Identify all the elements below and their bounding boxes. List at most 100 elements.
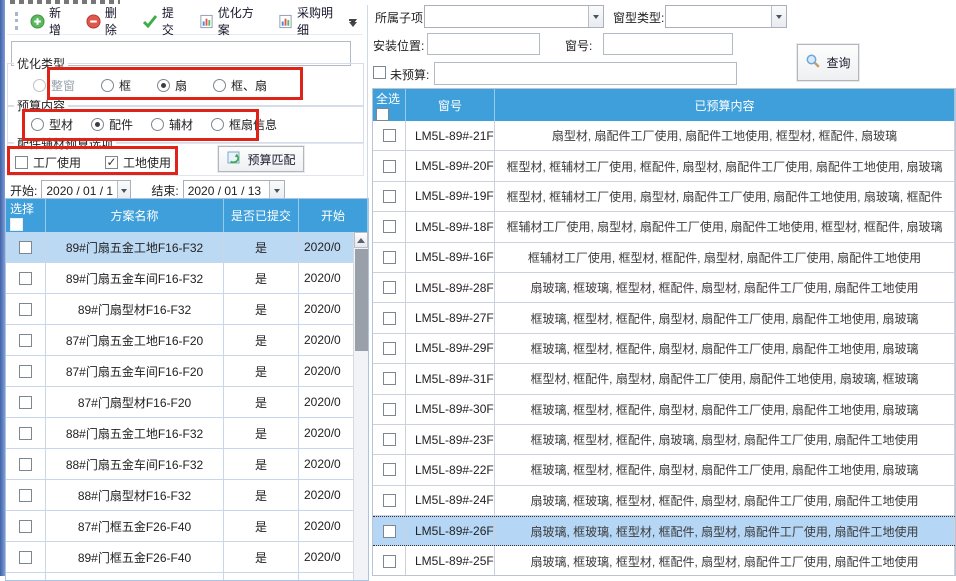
table-row[interactable]: 88#门扇型材F16-F32是2020/0 xyxy=(6,480,368,511)
table-row[interactable]: 88#门框五金F21-F40是2020/0 xyxy=(6,573,368,581)
plan-toolbar: 新增 删除 提交 优化方案 采购明细 xyxy=(7,8,363,35)
table-row[interactable]: LM5L-89#-18F16框辅材工厂使用, 扇型材, 扇配件工厂使用, 扇配件… xyxy=(373,212,955,242)
no-budget-input[interactable] xyxy=(434,62,737,85)
budget-match-button[interactable]: 预算匹配 xyxy=(218,146,304,172)
toolbar-grip[interactable] xyxy=(15,12,18,30)
row-checkbox[interactable] xyxy=(383,555,396,568)
table-row[interactable]: 87#门扇型材F16-F20是2020/0 xyxy=(6,387,368,418)
window-type-dropdown[interactable] xyxy=(665,5,787,28)
table-row[interactable]: LM5L-89#-23F21框玻璃, 框型材, 框配件, 扇玻璃, 扇型材, 扇… xyxy=(373,425,955,455)
checkbox-icon xyxy=(15,156,28,169)
toolbar-overflow-button[interactable] xyxy=(346,14,359,31)
dropdown-button[interactable] xyxy=(588,6,603,27)
submitted-header-cell[interactable]: 是否已提交 xyxy=(224,199,299,232)
start-header-cell[interactable]: 开始 xyxy=(299,199,368,232)
radio-frame-sash-info[interactable]: 框扇信息 xyxy=(211,116,277,133)
row-checkbox[interactable] xyxy=(383,494,396,507)
table-row[interactable]: LM5L-89#-22F20框玻璃, 框型材, 框配件, 扇型材, 扇配件工厂使… xyxy=(373,455,955,485)
row-checkbox[interactable] xyxy=(383,312,396,325)
budget-match-icon xyxy=(226,150,242,169)
row-checkbox[interactable] xyxy=(383,160,396,173)
window-no-header-cell[interactable]: 窗号 xyxy=(406,89,495,121)
add-button[interactable]: 新增 xyxy=(24,1,78,41)
table-row[interactable]: LM5L-89#-31F29框型材, 框配件, 扇型材, 扇配件工厂使用, 扇配… xyxy=(373,364,955,394)
row-checkbox[interactable] xyxy=(19,272,32,285)
row-checkbox[interactable] xyxy=(19,520,32,533)
row-checkbox[interactable] xyxy=(19,365,32,378)
table-row[interactable]: LM5L-89#-24F22扇玻璃, 框玻璃, 框型材, 框配件, 扇型材, 扇… xyxy=(373,486,955,516)
row-checkbox[interactable] xyxy=(383,342,396,355)
site-use-checkbox[interactable]: 工地使用 xyxy=(105,154,171,171)
table-row[interactable]: LM5L-89#-19F17框型材, 框辅材工厂使用, 扇型材, 扇配件工厂使用… xyxy=(373,182,955,212)
scroll-up-button[interactable] xyxy=(354,232,368,248)
table-row[interactable]: 87#门扇五金工地F16-F20是2020/0 xyxy=(6,325,368,356)
checkbox-icon xyxy=(105,156,118,169)
table-row-selected[interactable]: LM5L-89#-26F24扇玻璃, 框玻璃, 框型材, 框配件, 扇型材, 扇… xyxy=(373,516,955,546)
submit-button[interactable]: 提交 xyxy=(136,1,191,41)
row-checkbox[interactable] xyxy=(19,489,32,502)
row-checkbox[interactable] xyxy=(19,303,32,316)
row-checkbox[interactable] xyxy=(19,458,32,471)
row-checkbox[interactable] xyxy=(383,403,396,416)
table-row[interactable]: 88#门扇五金工地F16-F32是2020/0 xyxy=(6,418,368,449)
row-checkbox[interactable] xyxy=(383,220,396,233)
row-checkbox[interactable] xyxy=(383,281,396,294)
table-row[interactable]: LM5L-89#-21F19扇型材, 扇配件工厂使用, 扇配件工地使用, 框型材… xyxy=(373,121,955,151)
scrollbar-thumb[interactable] xyxy=(355,249,368,351)
table-row[interactable]: 89#门框五金F26-F40是2020/0 xyxy=(6,542,368,573)
window-no-input[interactable] xyxy=(603,33,733,55)
row-checkbox[interactable] xyxy=(383,372,396,385)
factory-use-checkbox[interactable]: 工厂使用 xyxy=(15,154,81,171)
row-checkbox[interactable] xyxy=(19,427,32,440)
table-row[interactable]: 87#门扇五金车间F16-F20是2020/0 xyxy=(6,356,368,387)
radio-aux-material[interactable]: 辅材 xyxy=(151,116,193,133)
radio-icon xyxy=(211,118,224,131)
query-button[interactable]: 查询 xyxy=(797,44,859,81)
row-checkbox[interactable] xyxy=(383,463,396,476)
overflow-icon xyxy=(349,22,357,27)
radio-fitting[interactable]: 配件 xyxy=(91,116,133,133)
plan-table-scrollbar[interactable] xyxy=(353,232,368,580)
budget-radios: 型材 配件 辅材 框扇信息 xyxy=(31,114,361,134)
row-checkbox[interactable] xyxy=(383,129,396,142)
table-row[interactable]: LM5L-89#-27F25框玻璃, 框型材, 框配件, 扇型材, 扇配件工厂使… xyxy=(373,303,955,333)
table-row[interactable]: LM5L-89#-30F28框玻璃, 框型材, 框配件, 扇型材, 扇配件工厂使… xyxy=(373,395,955,425)
row-checkbox[interactable] xyxy=(383,190,396,203)
radio-icon xyxy=(91,118,104,131)
row-checkbox[interactable] xyxy=(383,433,396,446)
table-row[interactable]: 88#门扇五金车间F16-F32是2020/0 xyxy=(6,449,368,480)
table-row[interactable]: 89#门扇五金车间F16-F32是2020/0 xyxy=(6,263,368,294)
row-checkbox[interactable] xyxy=(19,396,32,409)
table-row[interactable]: 89#门扇五金工地F16-F32是2020/0 xyxy=(6,232,368,263)
select-header-cell: 选择 xyxy=(6,199,46,232)
radio-profile[interactable]: 型材 xyxy=(31,116,73,133)
table-row[interactable]: LM5L-89#-16F15框辅材工厂使用, 框型材, 框配件, 扇型材, 扇配… xyxy=(373,243,955,273)
row-checkbox[interactable] xyxy=(19,551,32,564)
table-row[interactable]: 89#门扇型材F16-F32是2020/0 xyxy=(6,294,368,325)
select-all-checkbox[interactable] xyxy=(376,108,389,121)
row-checkbox[interactable] xyxy=(19,334,32,347)
table-row[interactable]: 87#门框五金F26-F40是2020/0 xyxy=(6,511,368,542)
sub-item-dropdown[interactable] xyxy=(424,5,604,28)
select-all-checkbox[interactable] xyxy=(10,218,23,231)
radio-frame[interactable]: 框 xyxy=(101,77,131,94)
row-checkbox[interactable] xyxy=(383,525,396,538)
plan-panel: 新增 删除 提交 优化方案 采购明细 优化类型 整窗 xyxy=(5,5,368,576)
window-table-header: 全选 窗号 已预算内容 xyxy=(373,89,955,121)
table-row[interactable]: LM5L-89#-20F18框型材, 框辅材工厂使用, 框配件, 扇型材, 扇配… xyxy=(373,151,955,181)
row-checkbox[interactable] xyxy=(19,241,32,254)
table-row[interactable]: LM5L-89#-28F26扇玻璃, 框玻璃, 框型材, 框配件, 扇型材, 扇… xyxy=(373,273,955,303)
optimize-plan-button[interactable]: 优化方案 xyxy=(193,1,270,41)
table-row[interactable]: LM5L-89#-25F23扇玻璃, 框玻璃, 框型材, 框配件, 扇型材, 扇… xyxy=(373,546,955,576)
table-row[interactable]: LM5L-89#-29F27框玻璃, 框型材, 框配件, 扇型材, 扇配件工厂使… xyxy=(373,334,955,364)
name-header-cell[interactable]: 方案名称 xyxy=(46,199,224,232)
radio-frame-sash[interactable]: 框、扇 xyxy=(213,77,267,94)
install-pos-input[interactable] xyxy=(427,33,540,55)
dropdown-button[interactable] xyxy=(771,6,786,27)
radio-sash[interactable]: 扇 xyxy=(157,77,187,94)
no-budget-checkbox[interactable] xyxy=(373,66,386,79)
radio-whole-window[interactable]: 整窗 xyxy=(33,77,75,94)
row-checkbox[interactable] xyxy=(383,251,396,264)
delete-button[interactable]: 删除 xyxy=(80,1,134,41)
budgeted-header-cell[interactable]: 已预算内容 xyxy=(495,89,955,121)
